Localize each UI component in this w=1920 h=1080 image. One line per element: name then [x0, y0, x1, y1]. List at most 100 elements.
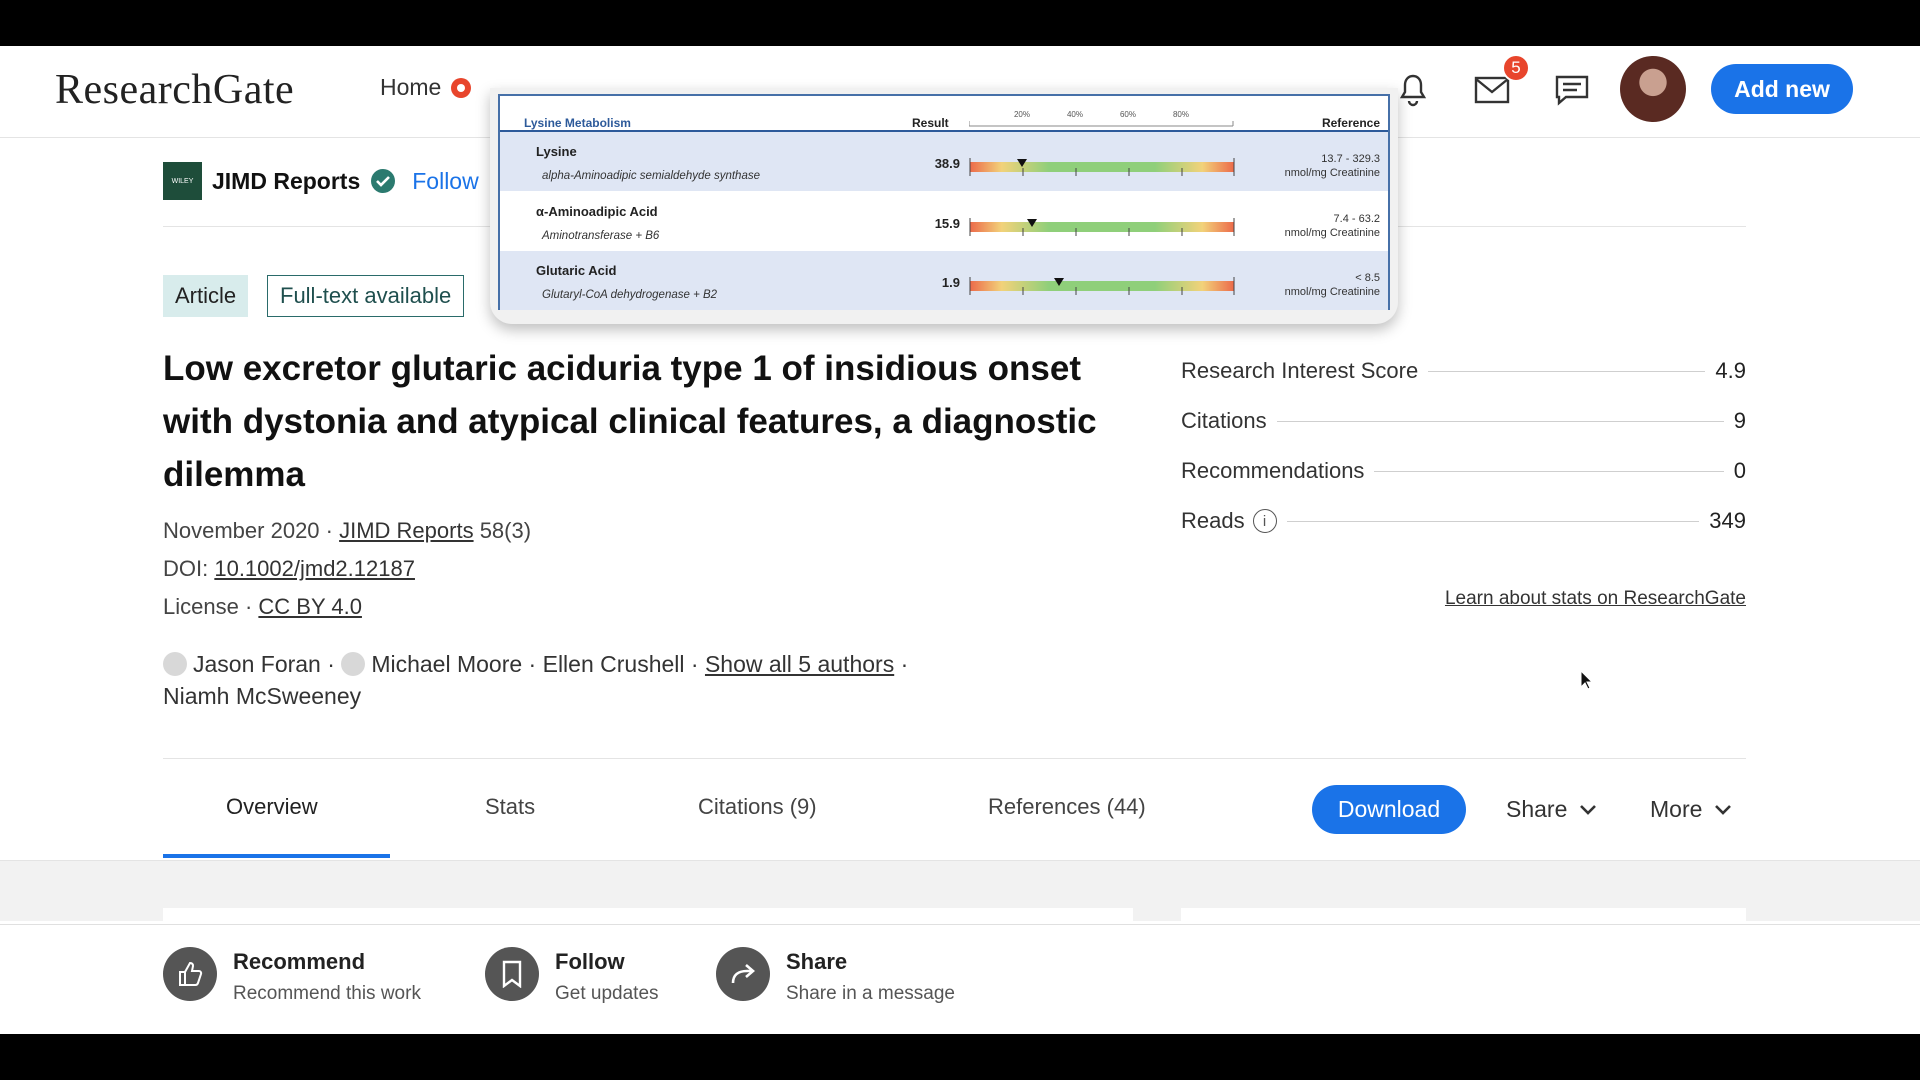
leader-line [1276, 420, 1724, 422]
home-notification-dot-icon [451, 77, 472, 98]
learn-about-stats-link[interactable]: Learn about stats on ResearchGate [1445, 588, 1746, 610]
recommend-action[interactable]: Recommend Recommend this work [163, 947, 421, 1005]
author-avatar [341, 652, 366, 676]
page-title: Low excretor glutaric aciduria type 1 of… [163, 349, 1097, 494]
stat-reads: Reads i 349 [1181, 506, 1746, 536]
messages-badge: 5 [1502, 54, 1530, 82]
add-new-button[interactable]: Add new [1711, 64, 1853, 114]
info-icon[interactable]: i [1252, 509, 1277, 533]
scale-axis: 20% 40% 60% 80% [969, 110, 1234, 127]
lysine-metabolism-table: Lysine Metabolism Result Reference 20% 4… [498, 94, 1390, 310]
stat-label: Citations [1181, 408, 1267, 433]
journal-name[interactable]: JIMD Reports [212, 168, 360, 195]
scale-label: 20% [1014, 110, 1030, 119]
reference-range-value: 7.4 - 63.2 [1333, 213, 1380, 225]
result-value: 38.9 [934, 156, 960, 171]
scale-label: 60% [1120, 110, 1136, 119]
action-title: Recommend [233, 949, 366, 974]
tab-references[interactable]: References (44) [988, 794, 1146, 820]
tab-stats[interactable]: Stats [485, 794, 535, 820]
reference-range: 7.4 - 63.2 nmol/mg Creatinine [1285, 212, 1380, 240]
publication-date: November 2020 · [163, 518, 340, 543]
scale-label: 80% [1173, 110, 1189, 119]
separator: · [894, 651, 909, 677]
stat-label: Recommendations [1181, 458, 1365, 483]
analyte-name: α-Aminoadipic Acid [536, 204, 658, 219]
enzyme-name: Aminotransferase + B6 [542, 230, 660, 242]
journal-issue: 58(3) [473, 518, 532, 543]
separator: · [320, 651, 342, 677]
analyte-name: Lysine [536, 144, 577, 159]
reference-unit: nmol/mg Creatinine [1284, 167, 1380, 179]
license-label: License · [163, 594, 259, 619]
author-name[interactable]: Ellen Crushell [543, 651, 685, 677]
mouse-cursor-icon [1580, 670, 1594, 690]
section-title: Lysine Metabolism [524, 116, 631, 130]
reference-header: Reference [1321, 116, 1380, 130]
author-name[interactable]: Niamh McSweeney [163, 683, 361, 709]
follow-action[interactable]: Follow Get updates [485, 947, 659, 1005]
journal-row: WILEY JIMD Reports Follow [163, 162, 479, 200]
journal-logo: WILEY [163, 162, 202, 200]
researchgate-logo[interactable]: ResearchGate [55, 66, 294, 114]
license-link[interactable]: CC BY 4.0 [258, 594, 362, 619]
share-dropdown-label: Share [1506, 796, 1568, 822]
action-subtitle: Recommend this work [233, 983, 421, 1004]
result-value: 1.9 [941, 275, 960, 290]
lab-result-row: Lysine alpha-Aminoadipic semialdehyde syn… [500, 132, 1388, 191]
analyte-name: Glutaric Acid [536, 263, 617, 278]
divider [163, 758, 1746, 759]
result-header: Result [912, 116, 949, 130]
reference-range-value: < 8.5 [1355, 272, 1380, 284]
reference-range: < 8.5 nmol/mg Creatinine [1285, 271, 1380, 299]
tab-citations[interactable]: Citations (9) [698, 794, 817, 820]
share-arrow-icon [716, 947, 770, 1001]
chat-icon[interactable] [1552, 70, 1592, 110]
download-button[interactable]: Download [1312, 785, 1466, 834]
reference-gauge [969, 158, 1235, 176]
scale-label: 40% [1067, 110, 1083, 119]
action-title: Share [786, 949, 848, 974]
author-name[interactable]: Michael Moore [371, 651, 522, 677]
show-all-authors-link[interactable]: Show all 5 authors [705, 651, 894, 677]
stat-value: 0 [1733, 458, 1746, 483]
more-dropdown[interactable]: More [1650, 796, 1732, 823]
stat-value: 349 [1709, 508, 1746, 533]
chevron-down-icon [1580, 804, 1597, 815]
active-tab-indicator [163, 854, 390, 858]
separator: · [522, 651, 543, 677]
separator: · [684, 651, 705, 677]
doi-link[interactable]: 10.1002/jmd2.12187 [214, 556, 415, 581]
stat-value: 4.9 [1715, 358, 1746, 383]
user-avatar[interactable] [1620, 56, 1686, 122]
notifications-bell-icon[interactable] [1393, 70, 1433, 110]
publication-meta: November 2020 · JIMD Reports 58(3) [163, 518, 531, 544]
article-type-tag: Article [163, 275, 249, 317]
share-action[interactable]: Share Share in a message [716, 947, 955, 1005]
action-title: Follow [555, 949, 625, 974]
action-subtitle: Share in a message [786, 983, 955, 1004]
bookmark-icon [485, 947, 539, 1001]
journal-link[interactable]: JIMD Reports [339, 518, 473, 543]
stat-label: Research Interest Score [1181, 358, 1419, 383]
lab-results-popup: Lysine Metabolism Result Reference 20% 4… [490, 88, 1398, 324]
author-list: Jason Foran · Michael Moore · Ellen Crus… [163, 648, 963, 712]
leader-line [1428, 370, 1706, 372]
stat-recommendations: Recommendations 0 [1181, 456, 1746, 486]
table-header: Lysine Metabolism Result Reference 20% 4… [500, 96, 1388, 132]
result-value: 15.9 [934, 216, 960, 231]
verified-check-icon [371, 169, 396, 193]
lab-result-row: Glutaric Acid Glutaryl-CoA dehydrogenase … [500, 251, 1388, 310]
reference-unit: nmol/mg Creatinine [1284, 286, 1380, 298]
author-name[interactable]: Jason Foran [193, 651, 321, 677]
doi-row: DOI: 10.1002/jmd2.12187 [163, 556, 415, 582]
author-avatar [163, 652, 187, 676]
nav-home[interactable]: Home [380, 74, 472, 101]
stat-research-interest: Research Interest Score 4.9 [1181, 356, 1746, 386]
full-text-tag: Full-text available [267, 275, 465, 317]
share-dropdown[interactable]: Share [1506, 796, 1597, 823]
stat-value: 9 [1733, 408, 1746, 433]
stat-citations: Citations 9 [1181, 406, 1746, 436]
tab-overview[interactable]: Overview [226, 794, 318, 820]
follow-journal-link[interactable]: Follow [412, 168, 478, 195]
